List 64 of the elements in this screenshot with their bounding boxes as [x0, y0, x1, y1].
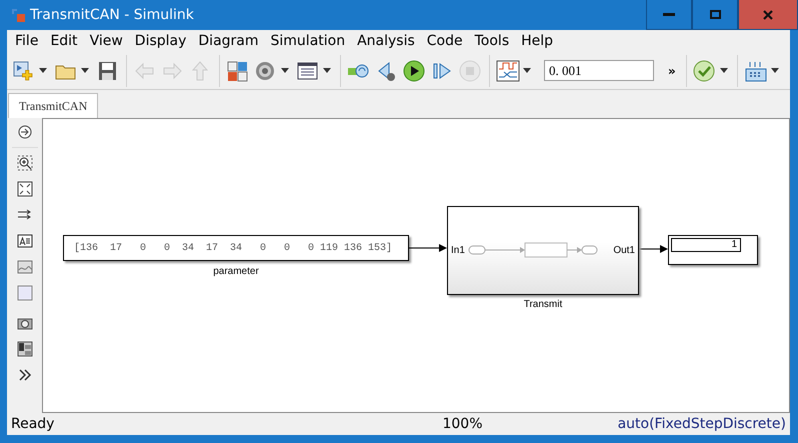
model-icon	[10, 7, 26, 23]
menu-item[interactable]: Display	[128, 31, 192, 51]
menu-item[interactable]: Edit	[44, 31, 84, 51]
image-icon	[16, 259, 32, 275]
annotation-button[interactable]	[16, 233, 32, 249]
constant-block[interactable]: [136 17 0 0 34 17 34 0 0 0 119 136 153]	[63, 235, 409, 261]
model-tab[interactable]: TransmitCAN	[8, 93, 98, 118]
block-label: parameter	[213, 265, 259, 279]
area-square-icon	[16, 285, 32, 301]
status-text: Ready	[11, 414, 54, 434]
model-browser-icon	[16, 341, 32, 357]
block-label: Transmit	[524, 298, 562, 312]
minimize-button[interactable]	[646, 0, 692, 30]
menu-item[interactable]: Diagram	[192, 31, 265, 51]
model-browser-button[interactable]	[16, 341, 32, 357]
maximize-icon	[710, 10, 720, 19]
double-chevron-icon	[16, 367, 32, 383]
play-icon	[403, 60, 427, 82]
menu-item[interactable]: Simulation	[264, 31, 352, 51]
zoom-in-icon	[16, 155, 32, 171]
signal-arrow	[639, 245, 668, 253]
menu-item[interactable]: View	[84, 31, 129, 51]
signal-scope-icon	[496, 60, 520, 82]
arrow-circle-button[interactable]	[16, 124, 32, 140]
stop-time-field[interactable]: 0. 001	[544, 60, 654, 81]
double-chevron-button[interactable]	[16, 367, 32, 383]
check-icon	[692, 60, 717, 82]
dropdown-caret-icon[interactable]	[523, 68, 531, 73]
annotation-icon	[16, 233, 32, 249]
dropdown-caret-icon[interactable]	[323, 68, 331, 73]
dropdown-caret-icon[interactable]	[81, 68, 89, 73]
window-title: TransmitCAN - Simulink	[30, 6, 195, 24]
menu-item[interactable]: Code	[420, 31, 469, 51]
solver-text: auto(FixedStepDiscrete)	[618, 414, 786, 434]
display-value: 1	[671, 238, 741, 252]
fit-view-button[interactable]	[16, 181, 32, 197]
zoom-level: 100%	[442, 414, 482, 434]
arrow-circle-icon	[16, 124, 32, 140]
area-square-button[interactable]	[16, 285, 32, 301]
dropdown-caret-icon[interactable]	[720, 68, 728, 73]
close-button[interactable]	[738, 0, 798, 30]
menu-item[interactable]: Analysis	[351, 31, 421, 51]
subsystem-block[interactable]: In1 Out1	[447, 206, 639, 295]
maximize-button[interactable]	[692, 0, 738, 30]
minimize-icon	[663, 12, 675, 16]
image-button[interactable]	[16, 259, 32, 275]
port-label: In1	[451, 244, 465, 258]
dropdown-caret-icon[interactable]	[281, 68, 289, 73]
signal-arrow	[409, 244, 447, 252]
dropdown-caret-icon[interactable]	[39, 68, 47, 73]
port-label: Out1	[613, 244, 635, 258]
build-icon	[744, 60, 768, 82]
zoom-in-button[interactable]	[16, 155, 32, 171]
menu-item[interactable]: Help	[515, 31, 560, 51]
stop-icon	[459, 60, 483, 82]
menu-item[interactable]: Tools	[468, 31, 516, 51]
close-icon	[763, 10, 773, 20]
table-window-icon	[296, 60, 320, 82]
menu-item[interactable]: File	[9, 31, 44, 51]
dropdown-caret-icon[interactable]	[770, 68, 779, 73]
fit-view-icon	[16, 181, 32, 197]
overflow-button[interactable]: »	[662, 62, 682, 80]
library-grid-icon	[226, 60, 250, 82]
display-block[interactable]: 1	[668, 235, 758, 265]
